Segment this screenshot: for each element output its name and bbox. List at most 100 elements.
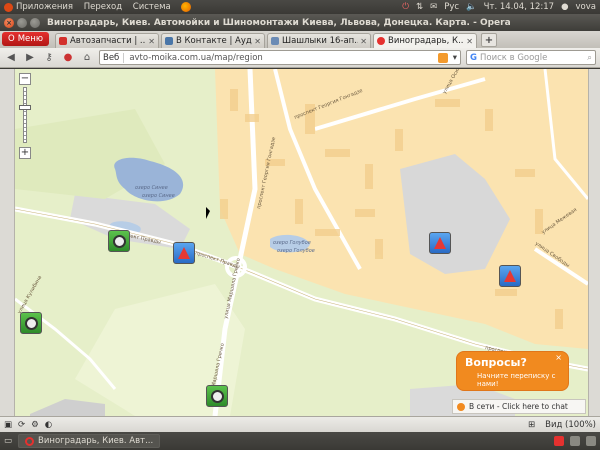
workspace-switcher-icon[interactable] (570, 436, 580, 446)
tab-favicon-icon (376, 37, 385, 45)
speed-dial-icon[interactable]: ◐ (45, 420, 52, 430)
sync-icon[interactable]: ⟳ (18, 420, 25, 430)
search-icon[interactable]: ⌕ (587, 53, 592, 63)
tab-label: Шашлыки 16-ап... (281, 36, 359, 46)
forward-icon[interactable]: ▶ (23, 51, 37, 65)
back-icon[interactable]: ◀ (4, 51, 18, 65)
home-icon[interactable]: ⌂ (80, 51, 94, 65)
tab-favicon-icon (58, 37, 67, 45)
address-dropdown-icon[interactable]: ▾ (453, 53, 457, 63)
zoom-in-button[interactable]: + (19, 147, 31, 159)
tab-close-icon[interactable]: ✕ (254, 37, 261, 46)
browser-status-bar: ▣ ⟳ ⚙ ◐ ⊞ Вид (100%) (0, 416, 600, 432)
carwash-marker-green[interactable] (206, 385, 228, 407)
menu-applications[interactable]: Приложения (16, 2, 73, 12)
taskbar-tray (554, 436, 596, 446)
view-icon: ⊞ (528, 419, 536, 430)
chat-title: Вопросы? (465, 356, 527, 369)
network-icon[interactable]: ⇅ (416, 2, 423, 12)
map-label-lake-sinee: озеро Синее (135, 185, 168, 191)
trash-icon[interactable] (586, 436, 596, 446)
settings-icon[interactable]: ⚙ (31, 420, 39, 430)
volume-icon[interactable]: 🔈 (466, 2, 477, 12)
panel-toggle-icon[interactable]: ▣ (4, 420, 12, 430)
zoom-slider[interactable] (23, 87, 27, 143)
navigation-toolbar: ◀ ▶ ⚷ ● ⌂ Веб avto-moika.com.ua/map/regi… (0, 48, 600, 68)
window-close-icon[interactable]: × (4, 17, 14, 28)
reload-icon[interactable]: ● (61, 51, 75, 65)
search-input[interactable]: Поиск в Google (480, 53, 584, 63)
tab-label: В Контакте | Ауд... (175, 36, 253, 46)
opera-icon (25, 436, 35, 446)
address-url[interactable]: avto-moika.com.ua/map/region (129, 53, 432, 63)
chat-status-text[interactable]: В сети - Click here to chat (469, 402, 568, 411)
clock[interactable]: Чт. 14.04, 12:17 (484, 2, 554, 12)
carwash-marker-blue[interactable] (173, 242, 195, 264)
tab-autoparts[interactable]: Автозапчасти | ... ✕ (54, 33, 159, 48)
opera-menu-button[interactable]: O Меню (2, 32, 49, 46)
tab-close-icon[interactable]: ✕ (148, 37, 155, 46)
carwash-marker-green[interactable] (20, 312, 42, 334)
ubuntu-logo-icon[interactable] (4, 2, 13, 12)
carwash-icon (178, 247, 190, 259)
chat-bubble[interactable]: Вопросы? Начните переписку с нами! × (456, 351, 569, 391)
zoom-slider-thumb[interactable] (19, 105, 31, 110)
keyboard-layout[interactable]: Рус (444, 2, 459, 12)
carwash-marker-blue[interactable] (429, 232, 451, 254)
tab-close-icon[interactable]: ✕ (466, 37, 473, 46)
user-icon: ● (561, 2, 569, 12)
chat-status-bar[interactable]: В сети - Click here to chat (452, 399, 586, 414)
google-icon[interactable]: G (470, 53, 477, 63)
tab-close-icon[interactable]: ✕ (360, 37, 367, 46)
taskbar-window-opera[interactable]: Виноградарь, Киев. Авт... (18, 434, 161, 448)
search-box[interactable]: G Поиск в Google ⌕ (466, 50, 596, 65)
menu-places[interactable]: Переход (84, 2, 122, 12)
power-icon[interactable]: ⏻ (402, 2, 409, 12)
map-zoom-control: − + (18, 73, 32, 159)
chat-subtitle: Начните переписку с нами! (477, 372, 556, 388)
tab-vkontakte[interactable]: В Контакте | Ауд... ✕ (160, 33, 265, 48)
window-maximize-icon[interactable] (30, 17, 40, 28)
opera-tray-icon[interactable] (554, 436, 564, 446)
carwash-icon (504, 270, 516, 282)
address-bar[interactable]: Веб avto-moika.com.ua/map/region ▾ (99, 50, 461, 65)
tire-icon (210, 389, 224, 403)
show-desktop-icon[interactable]: ▭ (4, 436, 12, 446)
address-prefix: Веб (103, 52, 125, 63)
menu-system[interactable]: Система (133, 2, 171, 12)
tab-label: Виноградарь, К... (387, 36, 465, 46)
mail-icon[interactable]: ✉ (430, 2, 437, 12)
firefox-launcher-icon[interactable] (180, 2, 191, 12)
chat-online-icon (457, 402, 465, 411)
window-titlebar: × Виноградарь, Киев. Автомойки и Шиномон… (0, 14, 600, 31)
window-minimize-icon[interactable] (17, 17, 27, 28)
tire-icon (112, 234, 126, 248)
zoom-out-button[interactable]: − (19, 73, 31, 85)
taskbar: ▭ Виноградарь, Киев. Авт... (0, 432, 600, 450)
mouse-cursor-icon (206, 207, 210, 219)
chat-close-icon[interactable]: × (555, 353, 562, 362)
carwash-marker-green[interactable] (108, 230, 130, 252)
tire-icon (24, 316, 38, 330)
zoom-level[interactable]: Вид (100%) (545, 420, 596, 430)
tab-favicon-icon (270, 37, 279, 45)
map-label-lake-sinee-2: озеро Синее (142, 193, 175, 199)
user-name[interactable]: vova (576, 2, 596, 12)
tab-bar: O Меню Автозапчасти | ... ✕ В Контакте |… (0, 31, 600, 48)
carwash-icon (434, 237, 446, 249)
tab-vinogradar[interactable]: Виноградарь, К... ✕ (372, 33, 477, 48)
tab-shashlyki[interactable]: Шашлыки 16-ап... ✕ (266, 33, 371, 48)
system-menus: Приложения Переход Система (16, 2, 179, 12)
new-tab-button[interactable]: + (480, 33, 497, 47)
right-scrollbar[interactable] (588, 69, 600, 416)
taskbar-window-label: Виноградарь, Киев. Авт... (38, 436, 154, 446)
tab-label: Автозапчасти | ... (69, 36, 147, 46)
key-icon[interactable]: ⚷ (42, 51, 56, 65)
left-panel (0, 69, 15, 416)
opera-o-icon: O (8, 34, 15, 44)
carwash-marker-blue[interactable] (499, 265, 521, 287)
map-label-lake-goluboe-2: озеро Голубое (277, 248, 315, 254)
rss-icon[interactable] (437, 52, 448, 63)
system-panel: Приложения Переход Система ⏻ ⇅ ✉ Рус 🔈 Ч… (0, 0, 600, 14)
system-tray: ⏻ ⇅ ✉ Рус 🔈 Чт. 14.04, 12:17 ● vova (402, 2, 596, 12)
